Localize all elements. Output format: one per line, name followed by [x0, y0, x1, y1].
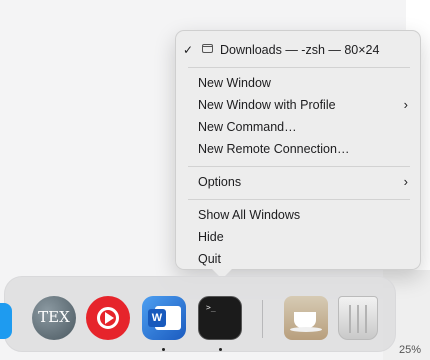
window-icon — [202, 44, 213, 53]
coffee-icon[interactable] — [284, 296, 328, 340]
menu-item-new-command[interactable]: New Command… — [198, 117, 410, 137]
menu-item-new-window[interactable]: New Window — [198, 73, 410, 93]
word-icon[interactable]: W — [142, 296, 186, 340]
menu-item-options[interactable]: Options › — [198, 172, 410, 192]
menu-item-hide[interactable]: Hide — [198, 227, 410, 247]
running-indicator — [219, 348, 222, 351]
chevron-right-icon: › — [403, 97, 408, 112]
dock-context-menu: ✓ Downloads — -zsh — 80×24 New Window Ne… — [175, 30, 421, 270]
checkmark-icon: ✓ — [183, 43, 194, 57]
menu-item-new-window-with-profile[interactable]: New Window with Profile › — [198, 95, 410, 115]
menu-separator — [188, 199, 410, 200]
menu-separator — [188, 67, 410, 68]
dock-divider — [262, 300, 263, 338]
zoom-level-label: 25% — [399, 344, 422, 356]
terminal-icon[interactable]: >_ — [198, 296, 242, 340]
running-indicator — [162, 348, 165, 351]
menu-item-quit[interactable]: Quit — [198, 249, 410, 269]
menu-item-current-window[interactable]: Downloads — -zsh — 80×24 — [220, 40, 410, 60]
chevron-right-icon: › — [403, 174, 408, 189]
menu-item-show-all-windows[interactable]: Show All Windows — [198, 205, 410, 225]
menu-separator — [188, 166, 410, 167]
tex-icon[interactable]: TEX — [32, 296, 76, 340]
youtube-music-icon[interactable] — [86, 296, 130, 340]
app-partial-icon[interactable] — [0, 303, 12, 339]
trash-icon[interactable] — [338, 296, 378, 340]
menu-item-new-remote-connection[interactable]: New Remote Connection… — [198, 139, 410, 159]
